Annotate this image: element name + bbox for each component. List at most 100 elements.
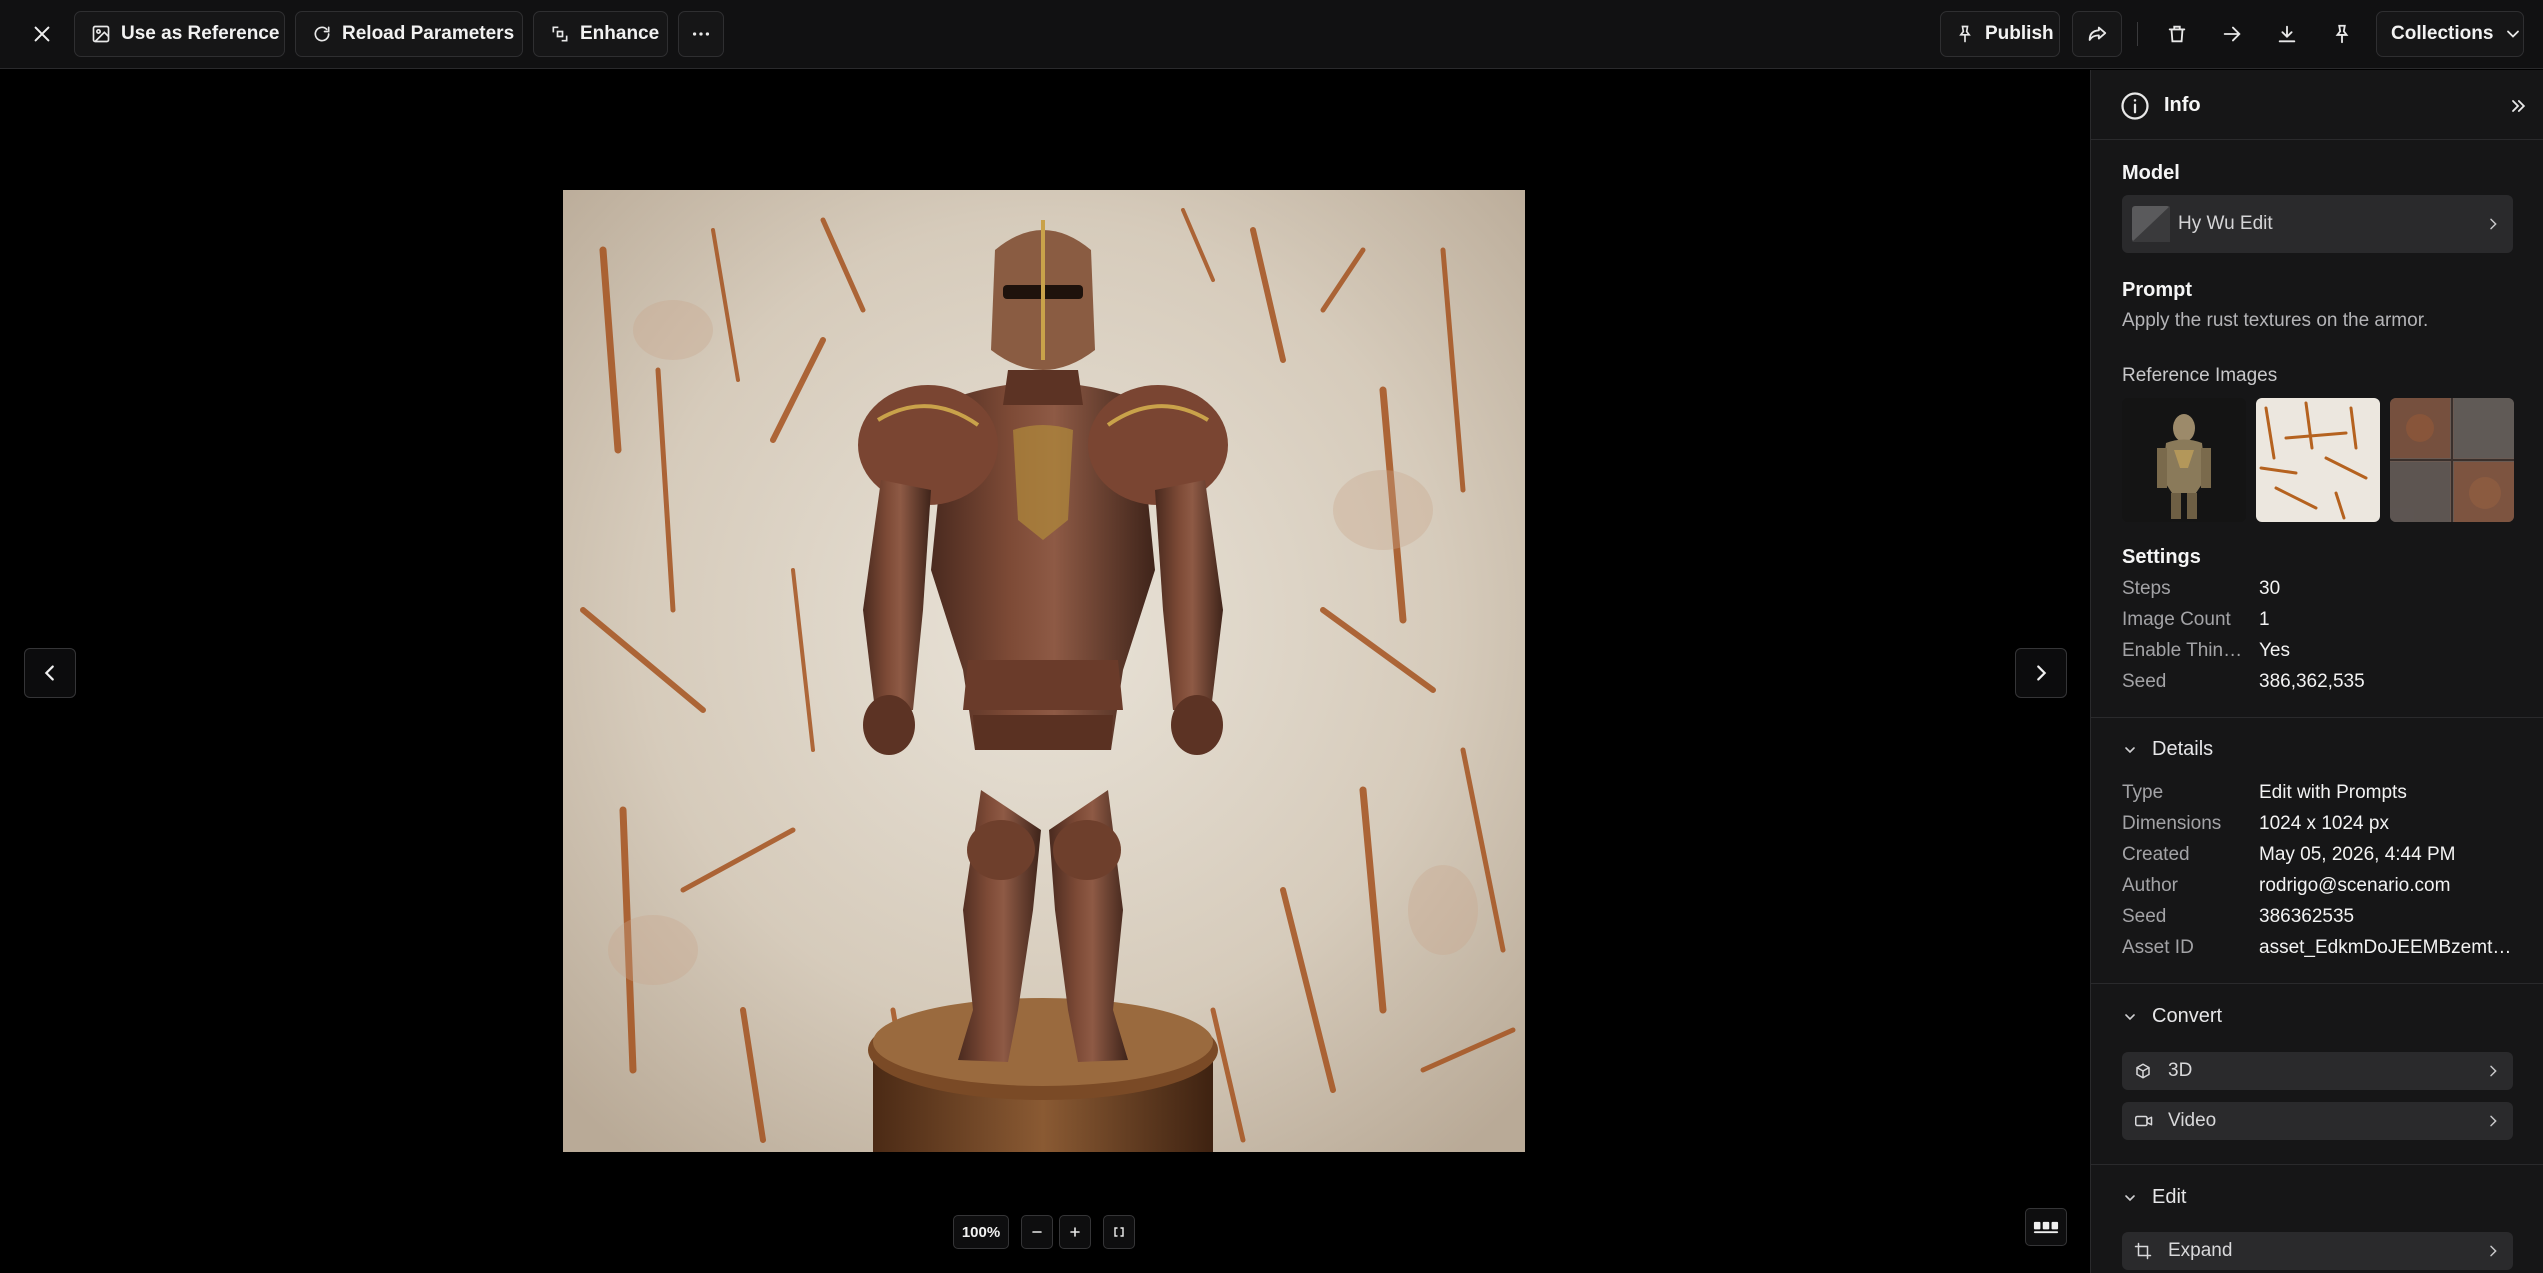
convert-3d-label: 3D — [2168, 1060, 2193, 1081]
chevron-down-icon — [2125, 1194, 2135, 1201]
filmstrip-icon — [2033, 1221, 2059, 1233]
asset-id-value[interactable]: asset_EdkmDoJEEMBzemt7j... — [2259, 937, 2515, 959]
top-toolbar: Use as Reference Reload Parameters Enhan… — [0, 0, 2543, 69]
image-icon — [92, 25, 110, 43]
chevron-right-icon — [2037, 665, 2047, 681]
setting-value: 1 — [2259, 609, 2270, 630]
pin-button[interactable] — [2322, 20, 2362, 48]
section-divider — [2091, 983, 2543, 984]
convert-3d-button[interactable]: 3D — [2122, 1052, 2513, 1090]
close-icon — [34, 26, 50, 42]
detail-key: Type — [2122, 782, 2164, 803]
pin-icon — [1959, 25, 1971, 43]
settings-section-title: Settings — [2122, 546, 2201, 568]
info-icon — [2121, 92, 2149, 120]
next-image-button[interactable] — [2015, 648, 2067, 698]
detail-key: Seed — [2122, 906, 2167, 927]
detail-value: 386362535 — [2259, 906, 2355, 927]
close-button[interactable] — [22, 20, 62, 48]
zoom-out-button[interactable] — [1021, 1215, 1053, 1249]
detail-value: 1024 x 1024 px — [2259, 813, 2389, 834]
reference-image-armor[interactable] — [2122, 398, 2246, 522]
setting-key: Enable Thinking — [2122, 640, 2250, 661]
zoom-in-button[interactable] — [1059, 1215, 1091, 1249]
detail-key: Asset ID — [2122, 937, 2194, 958]
detail-key: Created — [2122, 844, 2190, 865]
enhance-button[interactable]: Enhance — [533, 11, 668, 57]
info-panel-header: Info — [2091, 70, 2543, 140]
reference-image-rust-texture[interactable] — [2256, 398, 2380, 522]
arrow-right-icon — [2223, 26, 2241, 42]
double-chevron-right-icon — [2512, 100, 2526, 112]
share-icon — [2088, 26, 2107, 41]
toolbar-divider — [2137, 22, 2138, 46]
fit-to-screen-button[interactable] — [1103, 1215, 1135, 1249]
chevron-right-icon — [2490, 1245, 2497, 1257]
publish-button[interactable]: Publish — [1940, 11, 2060, 57]
chevron-down-icon — [2507, 30, 2520, 38]
edit-section-toggle[interactable]: Edit — [2122, 1186, 2186, 1209]
minus-icon — [1032, 1231, 1042, 1233]
reload-icon — [314, 26, 330, 42]
more-horizontal-icon — [692, 32, 710, 36]
download-button[interactable] — [2267, 20, 2307, 48]
model-section-title: Model — [2122, 162, 2180, 184]
download-icon — [2278, 25, 2296, 43]
chevron-left-icon — [44, 665, 54, 681]
move-button[interactable] — [2212, 20, 2252, 48]
section-divider — [2091, 717, 2543, 718]
details-section-toggle[interactable]: Details — [2122, 738, 2213, 761]
chevron-down-icon — [2125, 746, 2135, 753]
reload-parameters-label: Reload Parameters — [342, 23, 515, 44]
setting-value: 30 — [2259, 578, 2281, 599]
prompt-section-title: Prompt — [2122, 279, 2192, 301]
crop-expand-icon — [2134, 1242, 2152, 1260]
publish-label: Publish — [1985, 23, 2054, 44]
reference-image-rusty-metal[interactable] — [2390, 398, 2514, 522]
detail-value: rodrigo@scenario.com — [2259, 875, 2451, 896]
share-button[interactable] — [2072, 11, 2122, 57]
collections-button[interactable]: Collections — [2376, 11, 2524, 57]
use-as-reference-label: Use as Reference — [121, 23, 280, 44]
use-as-reference-button[interactable]: Use as Reference — [74, 11, 285, 57]
model-thumbnail-icon — [2132, 206, 2170, 242]
reload-parameters-button[interactable]: Reload Parameters — [295, 11, 523, 57]
detail-key: Dimensions — [2122, 813, 2222, 834]
chevron-right-icon — [2490, 1065, 2497, 1077]
convert-section-toggle[interactable]: Convert — [2122, 1005, 2222, 1028]
prompt-text: Apply the rust textures on the armor. — [2122, 310, 2429, 331]
expand-label: Expand — [2168, 1240, 2233, 1261]
pin-icon — [2335, 24, 2349, 44]
previous-image-button[interactable] — [24, 648, 76, 698]
section-divider — [2091, 1164, 2543, 1165]
edit-section-title: Edit — [2152, 1186, 2187, 1208]
chevron-right-icon — [2490, 1115, 2497, 1127]
reference-images-title: Reference Images — [2122, 365, 2278, 386]
enhance-label: Enhance — [580, 23, 660, 44]
chevron-down-icon — [2125, 1013, 2135, 1020]
details-section-title: Details — [2152, 738, 2214, 760]
setting-value: Yes — [2259, 640, 2290, 661]
image-viewer: 100% — [0, 70, 2090, 1273]
model-name: Hy Wu Edit — [2178, 213, 2273, 234]
filmstrip-toggle-button[interactable] — [2025, 1208, 2067, 1246]
info-panel-title: Info — [2164, 94, 2201, 116]
zoom-level[interactable]: 100% — [953, 1215, 1009, 1249]
info-panel: Info Model Hy Wu Edit Prompt Apply the r… — [2090, 70, 2543, 1273]
enhance-icon — [552, 26, 568, 42]
convert-video-button[interactable]: Video — [2122, 1102, 2513, 1140]
convert-video-label: Video — [2168, 1110, 2217, 1131]
setting-key: Steps — [2122, 578, 2171, 599]
more-options-button[interactable] — [678, 11, 724, 57]
fit-screen-icon — [1114, 1227, 1124, 1237]
delete-button[interactable] — [2157, 20, 2197, 48]
chevron-right-icon — [2490, 218, 2497, 230]
detail-value: Edit with Prompts — [2259, 782, 2407, 803]
detail-key: Author — [2122, 875, 2178, 896]
collapse-panel-button[interactable] — [2506, 94, 2530, 118]
model-selector[interactable]: Hy Wu Edit — [2122, 195, 2513, 253]
setting-value: 386,362,535 — [2259, 671, 2365, 692]
setting-key: Image Count — [2122, 609, 2231, 630]
detail-value: May 05, 2026, 4:44 PM — [2259, 844, 2456, 865]
expand-button[interactable]: Expand — [2122, 1232, 2513, 1270]
